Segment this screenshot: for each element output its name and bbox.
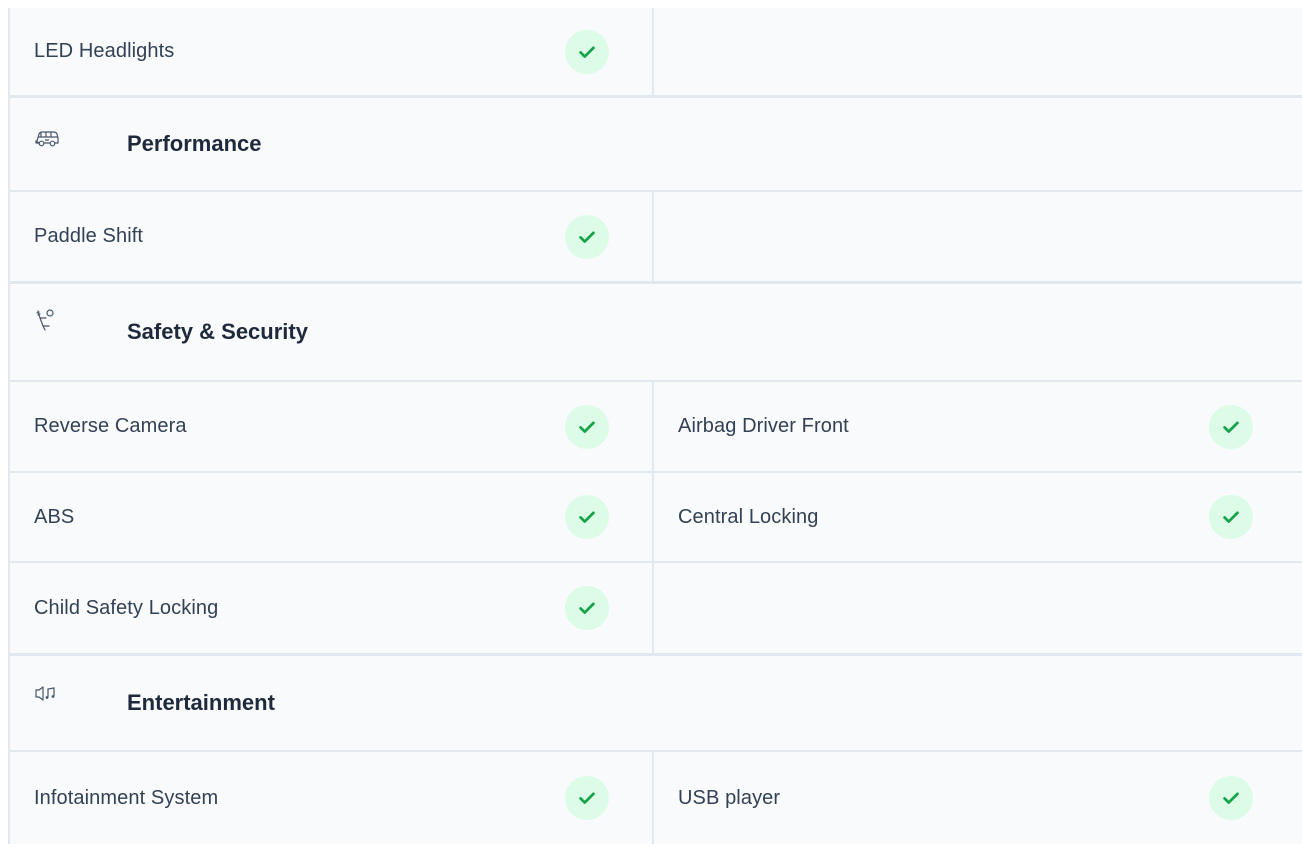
table-row: ABS Central Locking — [8, 473, 1302, 563]
table-row: Infotainment System USB player — [8, 752, 1302, 844]
feature-label: Paddle Shift — [34, 225, 144, 247]
features-table: LED Headlights Performance Paddle Shift … — [8, 8, 1302, 844]
check-icon — [565, 586, 609, 630]
feature-cell: LED Headlights — [8, 8, 654, 95]
feature-cell-empty — [654, 192, 1300, 281]
table-row: Child Safety Locking — [8, 563, 1302, 656]
check-icon — [1209, 776, 1253, 820]
section-header-entertainment: Entertainment — [8, 656, 1302, 752]
table-row: LED Headlights — [8, 8, 1302, 98]
section-header-performance: Performance — [8, 98, 1302, 192]
feature-cell: Child Safety Locking — [8, 563, 654, 653]
speaker-music-icon — [34, 684, 60, 706]
feature-cell-empty — [654, 8, 1300, 95]
table-row: Paddle Shift — [8, 192, 1302, 284]
section-header-safety: Safety & Security — [8, 284, 1302, 382]
feature-cell-empty — [654, 563, 1300, 653]
check-icon — [1209, 495, 1253, 539]
table-row: Reverse Camera Airbag Driver Front — [8, 382, 1302, 473]
feature-cell: Infotainment System — [8, 752, 654, 844]
check-icon — [565, 404, 609, 449]
feature-label: Infotainment System — [34, 786, 219, 809]
check-icon — [565, 214, 609, 259]
feature-cell: ABS — [8, 473, 654, 561]
feature-label: LED Headlights — [34, 40, 175, 62]
feature-label: Child Safety Locking — [34, 596, 219, 619]
feature-label: Airbag Driver Front — [678, 415, 849, 437]
feature-cell: Central Locking — [654, 473, 1300, 561]
check-icon — [565, 495, 609, 539]
car-icon — [34, 128, 60, 150]
check-icon — [1209, 404, 1253, 449]
feature-cell: Airbag Driver Front — [654, 382, 1300, 471]
section-title: Performance — [127, 131, 262, 156]
feature-label: ABS — [34, 505, 75, 528]
feature-label: Reverse Camera — [34, 415, 187, 437]
feature-cell: Paddle Shift — [8, 192, 654, 281]
feature-label: Central Locking — [678, 505, 819, 528]
feature-cell: USB player — [654, 752, 1300, 844]
check-icon — [565, 29, 609, 74]
feature-label: USB player — [678, 786, 781, 809]
check-icon — [565, 776, 609, 820]
section-title: Entertainment — [127, 690, 275, 715]
seatbelt-icon — [34, 308, 60, 331]
feature-cell: Reverse Camera — [8, 382, 654, 471]
section-title: Safety & Security — [127, 319, 308, 344]
